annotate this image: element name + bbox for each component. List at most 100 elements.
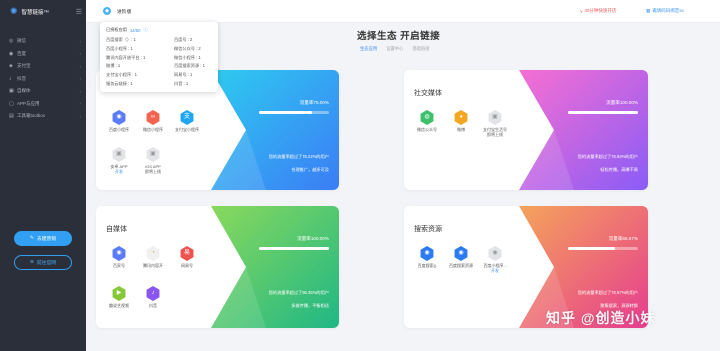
app-wechat-mini[interactable]: ∞ 微信小程序: [138, 110, 168, 132]
media-icon: ▣: [9, 88, 14, 95]
sidebar-nav: ◎ 微信 › ◉ 百度 › ◈ 支付宝 › ♪ 抖音 › ▣ 自媒体 › ▢ APP与应用 › ▤ 工具箱…: [9, 35, 85, 123]
app-name: 微博: [457, 127, 465, 132]
app-name: 百度搜索资源: [449, 263, 473, 268]
tab-settings[interactable]: 设置中心: [386, 46, 403, 52]
sidebar-item-media[interactable]: ▣ 自媒体 ›: [9, 85, 85, 98]
chevron-right-icon: ›: [79, 88, 82, 94]
tab-basic-links[interactable]: 基础链接: [412, 46, 429, 52]
baidu-resource-icon: ◉: [454, 246, 468, 261]
sidebar-item-label: 支付宝: [17, 63, 31, 69]
traffic-rate: 流量率75.00%: [299, 100, 329, 105]
popup-item: 抖音 : 1: [174, 80, 189, 86]
popup-title: 已授权应用: [106, 27, 127, 32]
app-status: 即将上线: [145, 169, 161, 174]
sidebar-item-wechat[interactable]: ◎ 微信 ›: [9, 35, 85, 48]
progress-fill: [568, 247, 615, 250]
app-name: 微信小程序: [143, 127, 163, 132]
tip-text: 轻松传播，高曝不易: [600, 167, 638, 172]
tip-text: 多维传播，平衡相适: [291, 303, 329, 308]
chevron-right-icon: ›: [79, 101, 82, 107]
chevron-right-icon: ›: [79, 63, 82, 69]
progress-bar: [568, 111, 638, 114]
tencent-content-icon: ◔: [146, 246, 160, 261]
sidebar-item-toolbox[interactable]: ▤ 工具箱toolbox ›: [9, 110, 85, 123]
sidebar-item-alipay[interactable]: ◈ 支付宝 ›: [9, 60, 85, 73]
link-label: 邀请码码绑定ss: [652, 8, 684, 13]
popup-item: 微信小程序 : 1: [174, 54, 201, 60]
sidebar-item-label: 微信: [17, 38, 26, 44]
info-icon[interactable]: ⓘ: [143, 27, 147, 33]
sidebar-item-baidu[interactable]: ◉ 百度 ›: [9, 48, 85, 61]
app-baidu-search[interactable]: ◉ 百度搜索(): [412, 246, 442, 268]
app-alipay-mini[interactable]: 支支付宝小程序: [172, 110, 202, 132]
app-name: 百度搜索(): [417, 263, 437, 268]
card-title: 社交媒体: [414, 90, 442, 97]
app-android[interactable]: ▣ 安卓 APP 开发: [104, 147, 134, 174]
progress-fill: [568, 111, 638, 114]
sidebar-item-label: 抖音: [17, 75, 26, 81]
popup-item: 网易号 : 1: [174, 72, 193, 78]
app-baidu-resource[interactable]: ◉ 百度搜索资源: [446, 246, 476, 268]
app-wechat-oa[interactable]: ◍ 微信公众号: [412, 110, 442, 132]
app-baidu-mini[interactable]: ◉ 百度小程序: [104, 110, 134, 132]
progress-fill: [259, 247, 329, 250]
android-icon: ▣: [112, 147, 126, 162]
progress-fill: [259, 111, 312, 114]
plan-label[interactable]: 进阶版: [117, 8, 131, 15]
card-title: 搜索资源: [414, 226, 442, 233]
app-name: 百度小程序: [109, 127, 129, 132]
wechat-icon: ◎: [9, 38, 14, 45]
app-name: 抖音: [149, 303, 157, 308]
authorized-apps-popup: 已授权应用 14/50 ⓘ 百度搜索（）: 1 百度号 : 2 百度小程序 : 1…: [100, 22, 218, 92]
toolbox-icon: ▤: [9, 113, 14, 120]
official-site-button[interactable]: ⊕ 前往官网: [14, 255, 72, 270]
link-label: 30分钟快速开店: [584, 8, 617, 13]
topbar: ◆ 进阶版 ϟ 30分钟快速开店 ▦ 邀请码码绑定ss: [86, 0, 720, 23]
app-video[interactable]: ▶ 趣说艺视频: [104, 286, 134, 308]
popup-item: 微信公众号 : 2: [174, 45, 201, 51]
app-netease[interactable]: 易网易号: [172, 246, 202, 268]
menu-toggle-icon[interactable]: ☰: [76, 8, 82, 16]
card-title: 自媒体: [106, 226, 127, 233]
brand-logo[interactable]: ✺ 智慧链接™ ☰: [10, 6, 82, 17]
baidu-icon: ◉: [9, 50, 14, 57]
app-ios[interactable]: ▣ iOS APP 即将上线: [138, 147, 168, 174]
sidebar-item-douyin[interactable]: ♪ 抖音 ›: [9, 73, 85, 86]
popup-item: 腾讯内容开放平台 : 1: [106, 54, 146, 60]
progress-bar: [259, 111, 329, 114]
app-weibo[interactable]: ◕ 微博: [446, 110, 476, 132]
alipay-mini-icon: 支: [180, 110, 194, 125]
ios-icon: ▣: [146, 147, 160, 162]
button-label: 前往官网: [36, 261, 57, 266]
app-douyin[interactable]: ♪ 抖音: [138, 286, 168, 308]
app-tencent-content[interactable]: ◔ 腾讯内容开: [138, 246, 168, 268]
app-status: 开发: [491, 268, 499, 273]
app-name: 腾讯内容开: [143, 263, 163, 268]
quick-open-link[interactable]: ϟ 30分钟快速开店: [580, 8, 616, 14]
progress-bar: [259, 247, 329, 250]
sidebar-item-label: APP与应用: [17, 100, 40, 106]
sidebar-item-app[interactable]: ▢ APP与应用 ›: [9, 98, 85, 111]
app-name: 微信公众号: [417, 127, 437, 132]
tab-ecosystem[interactable]: 生态应用: [360, 46, 377, 52]
link-icon: ⊕: [29, 260, 34, 265]
popup-item: 微博 : 1: [106, 63, 121, 69]
brand-name: 智慧链接™: [21, 9, 50, 16]
card-social-media[interactable]: 社交媒体 流量率100.00% 您的流量率超过了76.84%的用户 轻松传播，高…: [404, 70, 648, 190]
popup-count: 14/50: [129, 27, 141, 33]
create-marketing-button[interactable]: ✎ 去建营销: [14, 231, 72, 246]
card-self-media[interactable]: 自媒体 流量率100.00% 您的流量率超过了96.35%的用户 多维传播，平衡…: [96, 206, 339, 328]
app-alipay-life[interactable]: ▣ 支付宝生活号 即将上线: [480, 110, 510, 137]
popup-item: 百度搜索（）: 1: [106, 37, 136, 42]
chevron-right-icon: ›: [79, 51, 82, 57]
app-baijia[interactable]: ◉ 百家号: [104, 246, 134, 268]
netease-icon: 易: [180, 246, 194, 261]
edit-icon: ✎: [29, 236, 34, 241]
sidebar-item-label: 工具箱toolbox: [17, 113, 46, 119]
weibo-icon: ◕: [454, 110, 468, 125]
baidu-mini2-icon: ◉: [488, 246, 502, 261]
page-title: 选择生态 开启链接: [357, 31, 441, 42]
baidu-mini-icon: ◉: [112, 110, 126, 125]
app-baidu-mini-2[interactable]: ◉ 百度小程序... 开发: [480, 246, 510, 273]
invite-code-link[interactable]: ▦ 邀请码码绑定ss: [646, 8, 684, 14]
